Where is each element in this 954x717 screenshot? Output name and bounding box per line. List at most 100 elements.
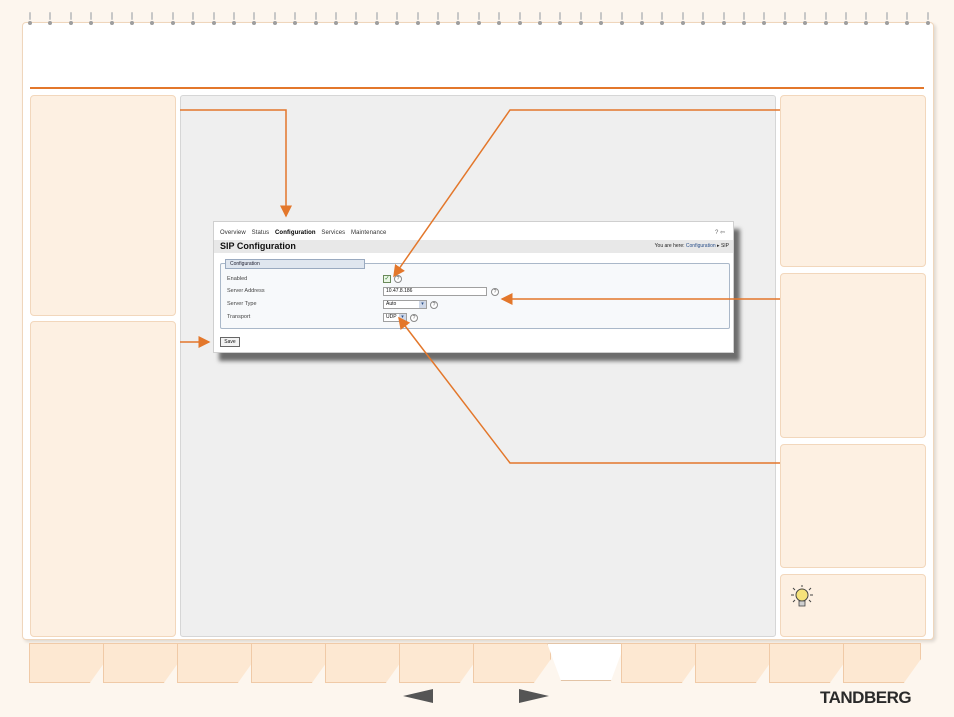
right-panel-2 xyxy=(780,273,926,438)
section-title: Configuration xyxy=(225,259,365,269)
server-type-label: Server Type xyxy=(227,301,257,307)
logout-icon[interactable]: ⇦ xyxy=(720,230,725,236)
binding-ring xyxy=(660,12,665,32)
enabled-checkbox[interactable]: ✓ xyxy=(383,275,391,283)
binding-ring xyxy=(823,12,828,32)
main-menu: Overview Status Configuration Services M… xyxy=(220,230,390,236)
section-tab[interactable] xyxy=(695,643,773,683)
binding-ring xyxy=(395,12,400,32)
binding-ring xyxy=(48,12,53,32)
server-address-input[interactable]: 10.47.8.186 xyxy=(383,287,487,296)
brand-logo: TANDBERG xyxy=(820,688,912,707)
section-tab[interactable] xyxy=(177,643,255,683)
page-title: SIP Configuration xyxy=(220,241,296,251)
server-type-value: Auto xyxy=(386,301,397,307)
binding-ring xyxy=(211,12,216,32)
transport-label: Transport xyxy=(227,314,251,320)
enabled-label: Enabled xyxy=(227,276,248,282)
binding-ring xyxy=(925,12,930,32)
web-ui-screenshot: Overview Status Configuration Services M… xyxy=(213,221,734,353)
left-panel-bottom xyxy=(30,321,176,637)
binding-ring xyxy=(599,12,604,32)
binding-ring xyxy=(130,12,134,32)
menu-overview[interactable]: Overview xyxy=(220,230,246,236)
binding-ring xyxy=(578,12,583,32)
transport-help-icon[interactable]: ? xyxy=(410,313,418,322)
binding-ring xyxy=(89,12,94,32)
binding-ring xyxy=(517,12,522,32)
header-divider xyxy=(30,87,924,89)
section-tab[interactable] xyxy=(29,643,107,683)
section-tab[interactable] xyxy=(399,643,477,683)
enabled-help-icon[interactable]: ? xyxy=(394,275,402,283)
header-icons: ? ⇦ xyxy=(715,229,725,236)
help-icon[interactable]: ? xyxy=(715,230,718,236)
section-tabs xyxy=(29,643,925,683)
section-tab[interactable] xyxy=(843,643,921,683)
left-panel-top xyxy=(30,95,176,316)
menu-maintenance[interactable]: Maintenance xyxy=(351,230,386,236)
title-bar: SIP Configuration You are here: Configur… xyxy=(214,240,733,253)
binding-ring xyxy=(803,12,808,32)
binding-ring xyxy=(558,12,563,32)
server-type-select[interactable]: Auto ▾ xyxy=(383,300,427,309)
binding-ring xyxy=(456,12,461,32)
menu-status[interactable]: Status xyxy=(252,230,270,236)
screenshot-area xyxy=(180,95,776,637)
configuration-section: Configuration Enabled ✓ ? Server Address… xyxy=(220,259,730,329)
binding-ring xyxy=(782,12,787,32)
binding-ring xyxy=(374,12,379,32)
binding-ring xyxy=(640,12,644,32)
transport-select[interactable]: UDP ▾ xyxy=(383,313,407,322)
menu-services[interactable]: Services xyxy=(321,230,345,236)
binding-ring xyxy=(436,12,440,32)
breadcrumb-separator: ▸ xyxy=(717,243,720,249)
binding-ring xyxy=(701,12,706,32)
breadcrumb-prefix: You are here: xyxy=(654,243,685,249)
lightbulb-icon xyxy=(791,585,813,607)
right-panel-1 xyxy=(780,95,926,267)
binding-ring xyxy=(884,12,889,32)
binding-ring xyxy=(742,12,746,32)
transport-value: UDP xyxy=(386,314,397,320)
section-tab[interactable] xyxy=(325,643,403,683)
binding-ring xyxy=(150,12,155,32)
section-tab[interactable] xyxy=(769,643,847,683)
save-button[interactable]: Save xyxy=(220,337,240,347)
binding-ring xyxy=(232,12,236,32)
binding-ring xyxy=(476,12,481,32)
binding-ring xyxy=(170,12,175,32)
section-tab[interactable] xyxy=(547,643,625,681)
binding-ring xyxy=(252,12,257,32)
binding-ring xyxy=(68,12,73,32)
menu-configuration[interactable]: Configuration xyxy=(275,230,316,236)
previous-page-arrow-icon[interactable] xyxy=(403,689,433,703)
binding-ring xyxy=(334,12,338,32)
binding-ring xyxy=(191,12,196,32)
binding-ring xyxy=(538,12,542,32)
binding-ring xyxy=(721,12,726,32)
binding-ring xyxy=(762,12,767,32)
binding-ring xyxy=(905,12,910,32)
section-tab[interactable] xyxy=(473,643,551,683)
binding-ring xyxy=(844,12,848,32)
document-page: Overview Status Configuration Services M… xyxy=(0,0,954,717)
section-tab[interactable] xyxy=(621,643,699,683)
server-address-help-icon[interactable]: ? xyxy=(491,287,499,296)
server-address-label: Server Address xyxy=(227,288,265,294)
binding-ring xyxy=(864,12,869,32)
section-tab[interactable] xyxy=(103,643,181,683)
binding-ring xyxy=(28,12,32,32)
binding-ring xyxy=(497,12,502,32)
server-type-help-icon[interactable]: ? xyxy=(430,300,438,309)
chevron-down-icon: ▾ xyxy=(399,314,406,321)
next-page-arrow-icon[interactable] xyxy=(519,689,549,703)
binding-ring xyxy=(109,12,114,32)
binding-ring xyxy=(313,12,318,32)
binding-ring xyxy=(680,12,685,32)
breadcrumb-current: SIP xyxy=(720,243,729,249)
section-tab[interactable] xyxy=(251,643,329,683)
right-panel-3 xyxy=(780,444,926,568)
binding-ring xyxy=(415,12,420,32)
breadcrumb-configuration[interactable]: Configuration xyxy=(686,243,716,249)
